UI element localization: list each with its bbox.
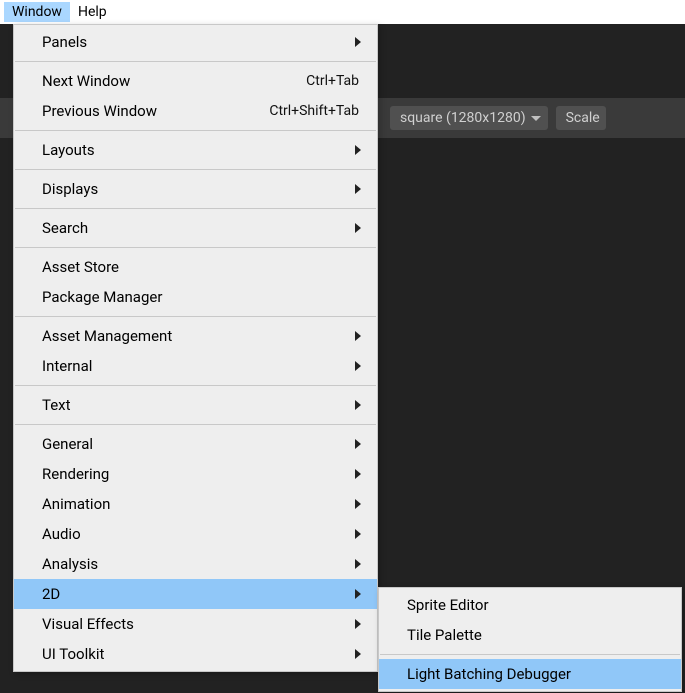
- chevron-right-icon: [355, 331, 361, 341]
- menu-item-search[interactable]: Search: [14, 213, 377, 243]
- menu-separator: [15, 169, 376, 170]
- menu-label: Internal: [42, 357, 355, 375]
- menu-item-audio[interactable]: Audio: [14, 519, 377, 549]
- menu-separator: [15, 208, 376, 209]
- menubar: Window Help: [0, 0, 685, 24]
- menu-item-visual-effects[interactable]: Visual Effects: [14, 609, 377, 639]
- menu-item-ui-toolkit[interactable]: UI Toolkit: [14, 639, 377, 669]
- menu-label: Panels: [42, 33, 355, 51]
- chevron-right-icon: [355, 559, 361, 569]
- chevron-right-icon: [355, 619, 361, 629]
- menu-label: Light Batching Debugger: [407, 665, 667, 683]
- menu-item-tile-palette[interactable]: Tile Palette: [379, 620, 681, 650]
- menu-label: Tile Palette: [407, 626, 667, 644]
- menu-item-general[interactable]: General: [14, 429, 377, 459]
- chevron-right-icon: [355, 37, 361, 47]
- menu-separator: [15, 61, 376, 62]
- menu-separator: [15, 130, 376, 131]
- menu-label: Rendering: [42, 465, 355, 483]
- menu-label: Animation: [42, 495, 355, 513]
- shortcut: Ctrl+Tab: [306, 73, 359, 89]
- menu-separator: [15, 385, 376, 386]
- menu-item-panels[interactable]: Panels: [14, 27, 377, 57]
- resolution-dropdown[interactable]: square (1280x1280): [390, 106, 548, 130]
- menu-item-asset-management[interactable]: Asset Management: [14, 321, 377, 351]
- menu-label: Audio: [42, 525, 355, 543]
- chevron-right-icon: [355, 223, 361, 233]
- menu-label: Text: [42, 396, 355, 414]
- chevron-right-icon: [355, 529, 361, 539]
- menu-separator: [380, 654, 680, 655]
- menu-window[interactable]: Window: [4, 2, 70, 22]
- chevron-right-icon: [355, 649, 361, 659]
- menu-label: Asset Store: [42, 258, 363, 276]
- chevron-right-icon: [355, 361, 361, 371]
- chevron-right-icon: [355, 400, 361, 410]
- menu-item-2d[interactable]: 2D: [14, 579, 377, 609]
- menu-item-layouts[interactable]: Layouts: [14, 135, 377, 165]
- menu-separator: [15, 316, 376, 317]
- menu-item-package-manager[interactable]: Package Manager: [14, 282, 377, 312]
- scale-label: Scale: [566, 110, 600, 126]
- scale-control[interactable]: Scale: [556, 106, 606, 130]
- chevron-right-icon: [355, 184, 361, 194]
- menu-item-animation[interactable]: Animation: [14, 489, 377, 519]
- chevron-right-icon: [355, 469, 361, 479]
- menu-label: Analysis: [42, 555, 355, 573]
- menu-label: Displays: [42, 180, 355, 198]
- chevron-right-icon: [355, 145, 361, 155]
- resolution-label: square (1280x1280): [400, 110, 526, 126]
- menu-label: Visual Effects: [42, 615, 355, 633]
- menu-label: 2D: [42, 585, 355, 603]
- chevron-right-icon: [355, 589, 361, 599]
- menu-label: General: [42, 435, 355, 453]
- menu-label: UI Toolkit: [42, 645, 355, 663]
- menu-label: Package Manager: [42, 288, 363, 306]
- menu-item-analysis[interactable]: Analysis: [14, 549, 377, 579]
- shortcut: Ctrl+Shift+Tab: [269, 103, 359, 119]
- menu-item-previous-window[interactable]: Previous Window Ctrl+Shift+Tab: [14, 96, 377, 126]
- menu-label: Layouts: [42, 141, 355, 159]
- menu-item-rendering[interactable]: Rendering: [14, 459, 377, 489]
- menu-item-light-batching-debugger[interactable]: Light Batching Debugger: [379, 659, 681, 689]
- menu-item-internal[interactable]: Internal: [14, 351, 377, 381]
- menu-item-text[interactable]: Text: [14, 390, 377, 420]
- chevron-right-icon: [355, 499, 361, 509]
- menu-label: Asset Management: [42, 327, 355, 345]
- submenu-2d: Sprite Editor Tile Palette Light Batchin…: [378, 587, 682, 692]
- menu-item-sprite-editor[interactable]: Sprite Editor: [379, 590, 681, 620]
- menu-item-displays[interactable]: Displays: [14, 174, 377, 204]
- menu-help[interactable]: Help: [70, 2, 115, 22]
- menu-label: Search: [42, 219, 355, 237]
- chevron-right-icon: [355, 439, 361, 449]
- menu-label: Previous Window: [42, 102, 269, 120]
- window-dropdown-menu: Panels Next Window Ctrl+Tab Previous Win…: [13, 24, 378, 672]
- menu-separator: [15, 424, 376, 425]
- menu-item-next-window[interactable]: Next Window Ctrl+Tab: [14, 66, 377, 96]
- menu-label: Sprite Editor: [407, 596, 667, 614]
- menu-item-asset-store[interactable]: Asset Store: [14, 252, 377, 282]
- menu-separator: [15, 247, 376, 248]
- menu-label: Next Window: [42, 72, 306, 90]
